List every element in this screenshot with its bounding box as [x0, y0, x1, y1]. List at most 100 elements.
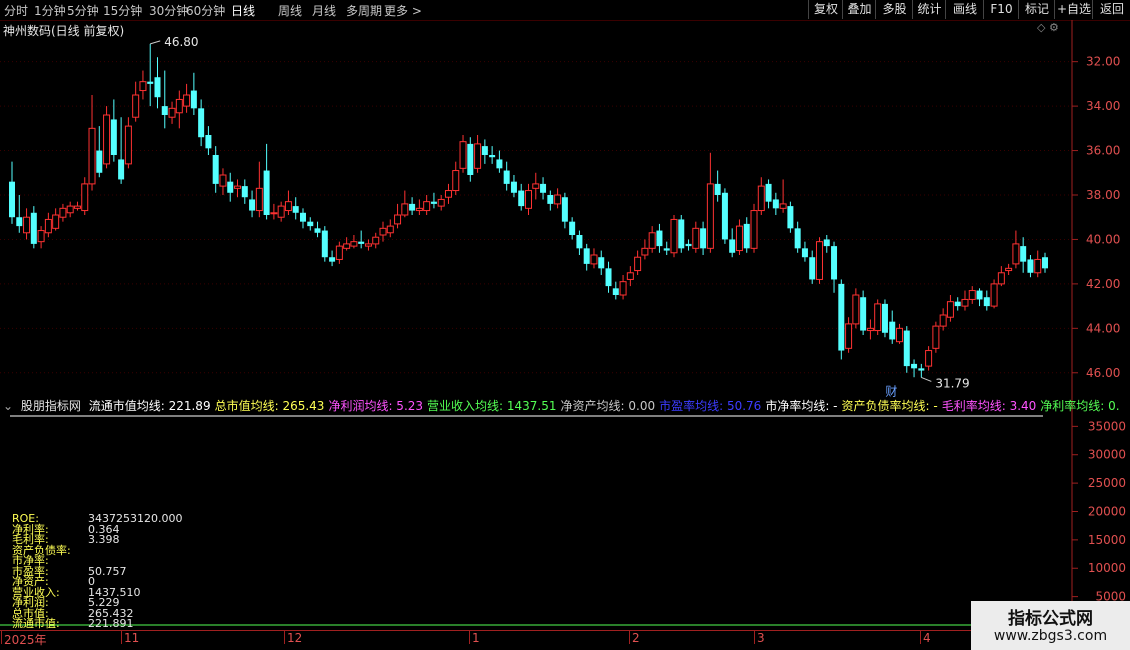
candle-body	[409, 203, 416, 211]
candle	[540, 177, 547, 200]
candle-body	[976, 290, 983, 300]
candle-body	[118, 159, 125, 180]
candle-body	[168, 107, 176, 118]
candle	[110, 99, 117, 162]
candle-body	[779, 203, 787, 209]
candle-body	[809, 257, 816, 280]
candle-body	[845, 323, 853, 349]
period-tab-3[interactable]: 15分钟	[103, 2, 142, 19]
candle	[154, 57, 161, 109]
candle	[729, 228, 736, 258]
price-chart[interactable]: 46.00 44.00 42.00 40.00 38.00 36.00 34.00 32.00…	[0, 20, 1130, 415]
candle-body	[132, 94, 140, 118]
toolbar-button-2[interactable]: 多股	[875, 0, 913, 19]
collapse-icon[interactable]: ⌄	[3, 399, 13, 413]
candle	[714, 170, 721, 202]
candle-body	[23, 216, 31, 234]
candle	[721, 188, 728, 244]
indicator-tick-label: 25000	[1088, 476, 1126, 490]
candle	[212, 146, 219, 193]
indicator-header-item: 总市值均线: 265.43	[214, 399, 325, 413]
toolbar-button-4[interactable]: 画线	[945, 0, 984, 19]
toolbar-button-5[interactable]: F10	[983, 0, 1019, 19]
candle	[16, 195, 23, 233]
price-tick-label: 34.00	[1086, 99, 1120, 113]
candle-body	[103, 114, 111, 165]
candle	[510, 175, 517, 198]
candle	[619, 275, 627, 300]
period-tab-2[interactable]: 5分钟	[67, 2, 99, 19]
candle-body	[765, 183, 772, 202]
candle-body	[154, 77, 161, 98]
candle-body	[794, 228, 801, 249]
candle-body	[656, 230, 663, 247]
candle	[911, 359, 918, 378]
candle	[103, 106, 111, 169]
date-tick-label: 12	[287, 631, 303, 645]
candle	[648, 226, 656, 253]
indicator-header-item: 毛利率均线: 3.40	[941, 399, 1037, 413]
candle-body	[961, 298, 969, 307]
period-tab-1[interactable]: 1分钟	[34, 2, 66, 19]
candle-body	[1027, 259, 1034, 273]
indicator-header-item: 市净率均线: -	[765, 399, 838, 413]
candle	[270, 203, 278, 220]
candle-body	[925, 350, 933, 367]
candle	[525, 183, 532, 215]
candle	[241, 179, 248, 204]
candle-body	[831, 246, 838, 280]
candle-body	[772, 199, 779, 209]
period-tab-4[interactable]: 30分钟	[149, 2, 188, 19]
candlesticks	[9, 43, 1048, 378]
candle-body	[860, 297, 867, 331]
price-tick-label: 46.00	[1086, 366, 1120, 380]
candle-body	[44, 218, 52, 234]
candle	[532, 172, 540, 200]
candle	[656, 223, 663, 253]
toolbar-button-7[interactable]: +自选	[1054, 0, 1093, 19]
period-tab-5[interactable]: 60分钟	[186, 2, 225, 19]
candle	[190, 72, 197, 115]
candle-body	[612, 288, 619, 295]
toolbar-button-8[interactable]: 返回	[1092, 0, 1130, 19]
toolbar-button-3[interactable]: 统计	[912, 0, 946, 19]
candle	[59, 203, 67, 222]
price-y-axis: 46.00 44.00 42.00 40.00 38.00 36.00 34.00 32.00	[1072, 55, 1120, 380]
toolbar-button-6[interactable]: 标记	[1018, 0, 1055, 19]
candle-body	[270, 212, 278, 215]
candle	[961, 290, 969, 311]
candle	[692, 221, 700, 253]
candle	[249, 190, 256, 218]
candle-body	[30, 212, 37, 244]
candle-body	[590, 254, 598, 265]
indicator-row-value: 3.398	[88, 533, 120, 546]
candle-body	[569, 221, 576, 235]
period-toolbar: 分时 1分钟 5分钟 15分钟 30分钟 60分钟 日线 周线 月线 多周期 更多 > 复权 叠加 多股统…	[0, 0, 1130, 21]
toolbar-button-0[interactable]: 复权	[808, 0, 843, 19]
period-tab-10[interactable]: 更多 >	[384, 2, 422, 19]
candle	[678, 215, 685, 253]
candle-body	[183, 94, 191, 107]
candle-body	[249, 199, 256, 211]
indicator-name[interactable]: 股朋指标网	[21, 399, 81, 413]
candle	[634, 250, 642, 275]
candle	[990, 279, 998, 309]
low-label: 31.79	[935, 376, 969, 390]
candle	[903, 326, 910, 373]
candle	[1034, 250, 1042, 278]
toolbar-button-1[interactable]: 叠加	[842, 0, 876, 19]
candle	[590, 248, 598, 269]
candle-body	[212, 155, 219, 184]
candle	[292, 197, 299, 220]
indicator-tick-label: 15000	[1088, 533, 1126, 547]
candle	[255, 161, 263, 218]
period-tab-8[interactable]: 月线	[312, 2, 336, 19]
period-tab-6[interactable]: 日线	[231, 2, 255, 19]
candle-body	[496, 159, 503, 169]
period-tab-9[interactable]: 多周期	[346, 2, 382, 19]
candle-body	[787, 206, 794, 229]
candle-body	[1042, 257, 1048, 269]
period-tab-0[interactable]: 分时	[4, 2, 28, 19]
period-tab-7[interactable]: 周线	[278, 2, 302, 19]
candle	[9, 161, 15, 224]
